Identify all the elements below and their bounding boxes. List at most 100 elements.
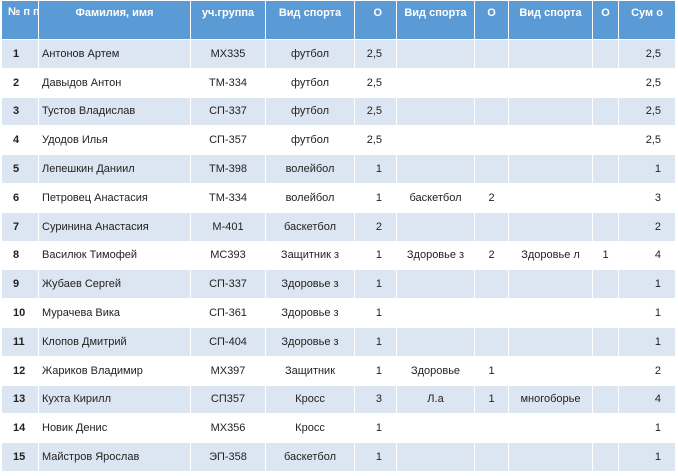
student-name: Клопов Дмитрий <box>38 326 191 357</box>
score-2 <box>474 413 509 444</box>
study-group: СП-337 <box>190 269 266 300</box>
score-2 <box>474 298 509 328</box>
sport-2 <box>396 96 475 127</box>
score-3: 1 <box>592 240 619 271</box>
row-number: 9 <box>1 269 39 300</box>
student-name: Петровец Анастасия <box>38 182 191 213</box>
student-name: Удодов Илья <box>38 125 191 156</box>
sport-2 <box>396 442 475 472</box>
sport-1: Защитник з <box>265 240 355 271</box>
score-3 <box>592 355 619 386</box>
score-1: 2,5 <box>354 67 397 98</box>
col-header-number: № п п <box>1 0 39 40</box>
row-number: 7 <box>1 211 39 242</box>
score-3 <box>592 67 619 98</box>
row-number: 4 <box>1 125 39 156</box>
sport-3 <box>508 96 593 127</box>
sport-2 <box>396 326 475 357</box>
student-name: Кухта Кирилл <box>38 384 191 415</box>
study-group: ЭП-358 <box>190 442 266 472</box>
row-number: 13 <box>1 384 39 415</box>
score-2: 2 <box>474 182 509 213</box>
sport-2 <box>396 39 475 69</box>
sport-3 <box>508 355 593 386</box>
sport-2: Л.а <box>396 384 475 415</box>
student-name: Суринина Анастасия <box>38 211 191 242</box>
study-group: СП-357 <box>190 125 266 156</box>
score-2 <box>474 125 509 156</box>
table-row: 12 Жариков Владимир МХ397 Защитник 1 Здоровье… <box>1 355 676 386</box>
study-group: МС393 <box>190 240 266 271</box>
sport-1: баскетбол <box>265 211 355 242</box>
score-sum: 2,5 <box>618 96 676 127</box>
student-name: Тустов Владислав <box>38 96 191 127</box>
sport-1: баскетбол <box>265 442 355 472</box>
row-number: 1 <box>1 39 39 69</box>
score-2 <box>474 211 509 242</box>
col-header-sport-1: Вид спорта <box>265 0 355 40</box>
sport-3 <box>508 154 593 184</box>
sport-2 <box>396 211 475 242</box>
study-group: ТМ-398 <box>190 154 266 184</box>
score-sum: 2,5 <box>618 67 676 98</box>
sport-1: Защитник <box>265 355 355 386</box>
score-2 <box>474 326 509 357</box>
score-2: 1 <box>474 355 509 386</box>
score-3 <box>592 442 619 472</box>
results-table: № п п Фамилия, имя уч.группа Вид спорта … <box>1 0 676 472</box>
row-number: 14 <box>1 413 39 444</box>
score-1: 3 <box>354 384 397 415</box>
score-1: 1 <box>354 298 397 328</box>
sport-3: многоборье <box>508 384 593 415</box>
study-group: МХ335 <box>190 39 266 69</box>
col-header-score-1: О <box>354 0 397 40</box>
score-3 <box>592 211 619 242</box>
col-header-sport-3: Вид спорта <box>508 0 593 40</box>
table-row: 4 Удодов Илья СП-357 футбол 2,5 2,5 <box>1 125 676 156</box>
table-body: 1 Антонов Артем МХ335 футбол 2,5 2,5 2 Давыдов… <box>1 39 676 472</box>
table-row: 11 Клопов Дмитрий СП-404 Здоровье з11 <box>1 326 676 357</box>
score-3 <box>592 384 619 415</box>
sport-1: Здоровье з <box>265 326 355 357</box>
sport-1: волейбол <box>265 182 355 213</box>
col-header-sport-2: Вид спорта <box>396 0 475 40</box>
score-3 <box>592 326 619 357</box>
study-group: МХ356 <box>190 413 266 444</box>
student-name: Лепешкин Даниил <box>38 154 191 184</box>
student-name: Василюк Тимофей <box>38 240 191 271</box>
study-group: СП-404 <box>190 326 266 357</box>
study-group: ТМ-334 <box>190 182 266 213</box>
sport-2: Здоровье з <box>396 240 475 271</box>
sport-3 <box>508 269 593 300</box>
row-number: 15 <box>1 442 39 472</box>
table-row: 10 Мурачева Вика СП-361 Здоровье з11 <box>1 298 676 328</box>
table-row: 6 Петровец Анастасия ТМ-334 волейбол 1 баскет… <box>1 182 676 213</box>
study-group: МХ397 <box>190 355 266 386</box>
score-2 <box>474 96 509 127</box>
table-row: 9 Жубаев Сергей СП-337 Здоровье з11 <box>1 269 676 300</box>
student-name: Жариков Владимир <box>38 355 191 386</box>
row-number: 11 <box>1 326 39 357</box>
score-sum: 1 <box>618 326 676 357</box>
score-1: 1 <box>354 269 397 300</box>
score-sum: 1 <box>618 269 676 300</box>
table-row: 15 Майстров Ярослав ЭП-358 баскетбол 1 1 <box>1 442 676 472</box>
score-1: 1 <box>354 326 397 357</box>
sport-3 <box>508 67 593 98</box>
score-2 <box>474 154 509 184</box>
row-number: 3 <box>1 96 39 127</box>
study-group: СП357 <box>190 384 266 415</box>
study-group: ТМ-334 <box>190 67 266 98</box>
student-name: Жубаев Сергей <box>38 269 191 300</box>
student-name: Мурачева Вика <box>38 298 191 328</box>
student-name: Антонов Артем <box>38 39 191 69</box>
score-1: 2,5 <box>354 39 397 69</box>
student-name: Майстров Ярослав <box>38 442 191 472</box>
sport-1: футбол <box>265 39 355 69</box>
score-1: 1 <box>354 240 397 271</box>
score-3 <box>592 298 619 328</box>
score-1: 2 <box>354 211 397 242</box>
score-2 <box>474 442 509 472</box>
table-row: 3 Тустов Владислав СП-337 футбол 2,5 2,5 <box>1 96 676 127</box>
table-row: 13 Кухта Кирилл СП357 Кросс 3 Л.а 1 многоборье 4 <box>1 384 676 415</box>
